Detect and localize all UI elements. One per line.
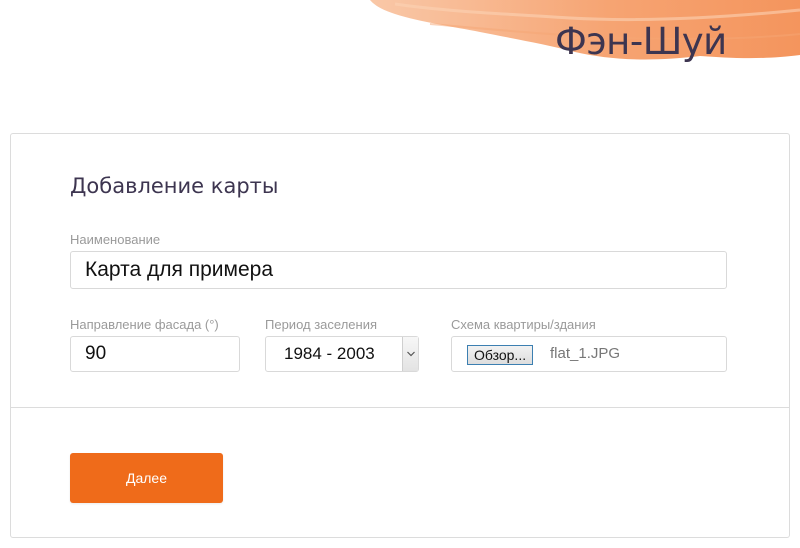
facade-direction-input[interactable] <box>70 336 240 372</box>
selected-file-name: flat_1.JPG <box>550 345 621 362</box>
form-title: Добавление карты <box>70 174 279 198</box>
settlement-period-label: Период заселения <box>265 317 377 332</box>
site-logo[interactable]: Фэн-Шуй <box>555 20 727 63</box>
settlement-period-select[interactable]: 1984 - 2003 <box>265 336 419 372</box>
facade-direction-label: Направление фасада (°) <box>70 317 219 332</box>
settlement-period-value: 1984 - 2003 <box>284 344 375 363</box>
form-divider <box>11 407 789 408</box>
name-input[interactable] <box>70 251 727 289</box>
scheme-label: Схема квартиры/здания <box>451 317 596 332</box>
browse-button[interactable]: Обзор... <box>467 345 534 365</box>
add-map-card: Добавление карты Наименование Направлени… <box>10 133 790 538</box>
scheme-file-input[interactable]: Обзор... flat_1.JPG <box>451 336 727 372</box>
chevron-down-icon[interactable] <box>402 337 418 371</box>
name-label: Наименование <box>70 232 161 247</box>
next-button[interactable]: Далее <box>70 453 223 503</box>
